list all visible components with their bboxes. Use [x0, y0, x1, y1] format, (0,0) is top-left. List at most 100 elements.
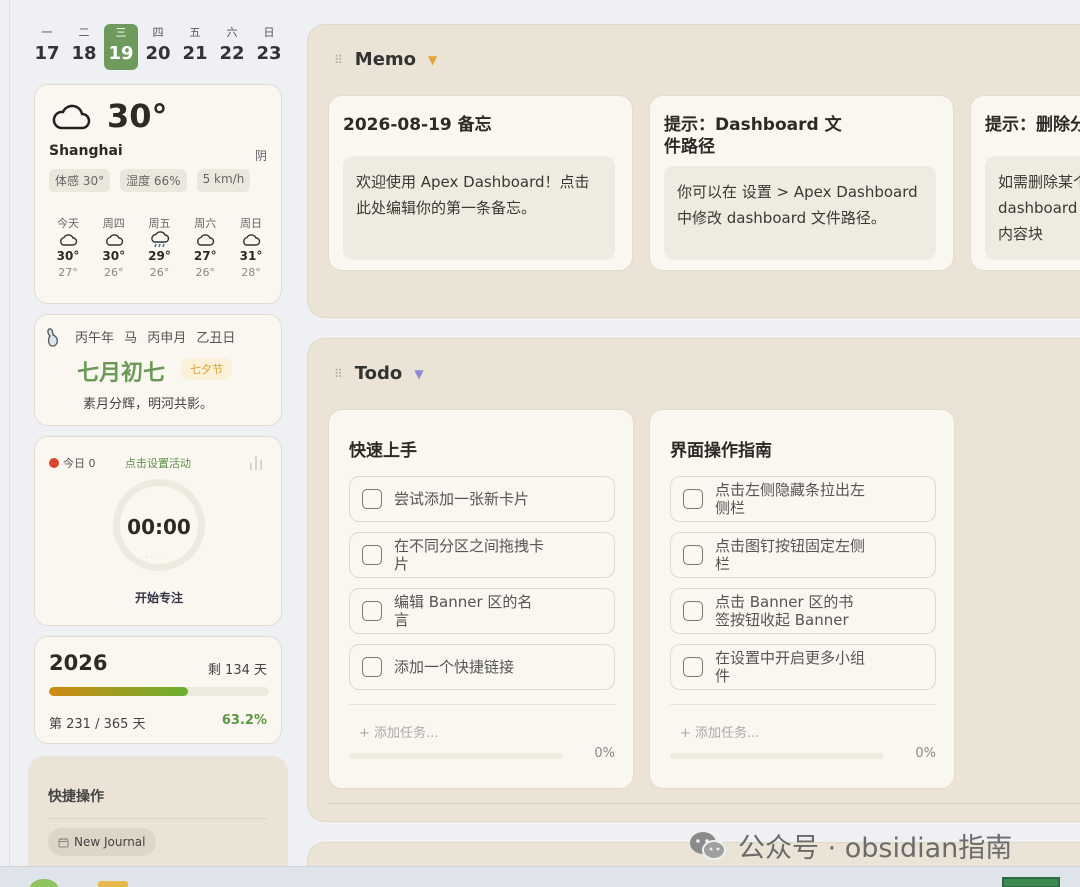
todo-item[interactable]: 点击左侧隐藏条拉出左侧栏	[670, 476, 936, 522]
lunar-ganzhi: 丙午年 马 丙申月 乙丑日	[75, 331, 236, 346]
festival-badge: 七夕节	[181, 358, 232, 380]
year-percent: 63.2%	[221, 713, 267, 728]
day-fri[interactable]: 五 21	[178, 24, 212, 70]
quick-actions-title: 快捷操作	[48, 789, 104, 805]
day-sat[interactable]: 六 22	[215, 24, 249, 70]
todo-card-title: 界面操作指南	[670, 441, 772, 461]
task-checkbox[interactable]	[362, 545, 382, 565]
forecast-day: 周六 27° 26°	[193, 217, 217, 279]
memo-section: ⠿ Memo ▼ 2026-08-19 备忘 欢迎使用 Apex Dashboa…	[307, 24, 1080, 318]
drag-handle-icon[interactable]: ⠿	[334, 53, 343, 67]
weather-city: Shanghai	[49, 143, 123, 159]
taskbar-app-icon[interactable]	[1002, 877, 1060, 887]
divider	[670, 704, 936, 705]
year-title: 2026	[49, 651, 108, 675]
weather-forecast: 今天 30° 27° 周四 30° 26° 周五 29° 26° 周六 27° …	[47, 215, 272, 279]
stats-chart-icon[interactable]	[249, 453, 265, 471]
memo-card-body: 欢迎使用 Apex Dashboard！点击此处编辑你的第一条备忘。	[343, 156, 615, 260]
task-checkbox[interactable]	[362, 601, 382, 621]
focus-timer-card: 今日 0 点击设置活动 00:00 ···· 开始专注	[34, 436, 282, 626]
lunar-date: 七月初七	[77, 361, 166, 386]
drag-handle-icon[interactable]: ⠿	[334, 367, 343, 381]
task-progress-bar	[670, 753, 884, 759]
year-progress-card: 2026 剩 134 天 第 231 / 365 天 63.2%	[34, 636, 282, 744]
year-day-count: 第 231 / 365 天	[49, 717, 146, 732]
weather-details: 体感 30° 湿度 66% 5 km/h	[49, 169, 251, 192]
forecast-day: 周五 29° 26°	[148, 217, 171, 279]
left-edge-strip[interactable]	[0, 0, 10, 887]
todo-card: 快速上手 尝试添加一张新卡片 在不同分区之间拖拽卡片 编辑 Banner 区的名…	[328, 409, 634, 789]
watermark: 公众号 · obsidian指南	[688, 826, 1012, 865]
lunar-poem: 素月分辉，明河共影。	[83, 397, 214, 412]
task-checkbox[interactable]	[683, 545, 703, 565]
todo-item[interactable]: 点击 Banner 区的书签按钮收起 Banner	[670, 588, 936, 634]
divider	[48, 818, 268, 819]
memo-card[interactable]: 提示：删除分 如需删除某个 dashboard 分区内容块	[970, 95, 1080, 271]
set-activity-link[interactable]: 点击设置活动	[125, 455, 191, 471]
tomato-icon	[49, 458, 59, 468]
todo-card: 界面操作指南 点击左侧隐藏条拉出左侧栏 点击图钉按钮固定左侧栏 点击 Banne…	[649, 409, 955, 789]
day-mon[interactable]: 一 17	[30, 24, 64, 70]
forecast-day: 周四 30° 26°	[102, 217, 126, 279]
wechat-icon	[690, 831, 726, 860]
year-progress-bar	[49, 687, 269, 696]
lunar-calendar-card: 丙午年 马 丙申月 乙丑日 七月初七 七夕节 素月分辉，明河共影。	[34, 314, 282, 426]
task-checkbox[interactable]	[362, 489, 382, 509]
day-wed-today[interactable]: 三 19	[104, 24, 138, 70]
add-task-input[interactable]: + 添加任务...	[680, 722, 759, 741]
divider	[349, 704, 615, 705]
week-strip: 一 17 二 18 三 19 四 20 五 21 六 22 日 23	[30, 24, 286, 72]
todo-item[interactable]: 添加一个快捷链接	[349, 644, 615, 690]
memo-card-title: 提示：Dashboard 文件路径	[664, 115, 842, 157]
memo-card-title: 提示：删除分	[985, 115, 1080, 135]
task-checkbox[interactable]	[683, 489, 703, 509]
todo-section: ⠿ Todo ▼ 快速上手 尝试添加一张新卡片 在不同分区之间拖拽卡片 编辑 B…	[307, 338, 1080, 822]
todo-item[interactable]: 点击图钉按钮固定左侧栏	[670, 532, 936, 578]
todo-section-header: ⠿ Todo ▼	[334, 363, 424, 384]
session-dots: ····	[145, 553, 168, 562]
rain-cloud-icon	[150, 231, 169, 248]
calendar-icon	[58, 837, 69, 847]
humidity-pill: 湿度 66%	[120, 169, 187, 192]
memo-section-title: Memo	[354, 49, 417, 70]
task-checkbox[interactable]	[362, 657, 382, 677]
rabbit-icon	[47, 328, 58, 347]
feels-like-pill: 体感 30°	[49, 169, 111, 192]
cloud-icon	[197, 234, 215, 246]
memo-card[interactable]: 2026-08-19 备忘 欢迎使用 Apex Dashboard！点击此处编辑…	[328, 95, 633, 271]
day-sun[interactable]: 日 23	[252, 24, 286, 70]
start-focus-button[interactable]: 开始专注	[35, 589, 283, 606]
todo-item[interactable]: 尝试添加一张新卡片	[349, 476, 615, 522]
taskbar	[0, 866, 1080, 887]
weather-temperature: 30°	[107, 97, 168, 135]
todo-card-title: 快速上手	[349, 441, 417, 461]
memo-card-body: 如需删除某个 dashboard 分区内容块	[985, 156, 1080, 260]
taskbar-app-icon[interactable]	[30, 879, 58, 887]
focus-today-count: 今日 0	[49, 455, 96, 471]
task-checkbox[interactable]	[683, 657, 703, 677]
todo-item[interactable]: 在设置中开启更多小组件	[670, 644, 936, 690]
task-progress-percent: 0%	[915, 746, 936, 761]
weather-condition: 阴	[254, 149, 267, 163]
todo-item[interactable]: 编辑 Banner 区的名言	[349, 588, 615, 634]
task-checkbox[interactable]	[683, 601, 703, 621]
section-divider	[328, 803, 1080, 804]
memo-card[interactable]: 提示：Dashboard 文件路径 你可以在 设置 > Apex Dashboa…	[649, 95, 954, 271]
folder-icon[interactable]	[98, 881, 128, 887]
memo-card-body: 你可以在 设置 > Apex Dashboard 中修改 dashboard 文…	[664, 166, 936, 260]
collapse-triangle-icon[interactable]: ▼	[414, 367, 423, 381]
memo-card-title: 2026-08-19 备忘	[343, 115, 492, 135]
cloud-icon	[243, 234, 261, 246]
days-remaining: 剩 134 天	[207, 663, 267, 678]
day-thu[interactable]: 四 20	[141, 24, 175, 70]
todo-section-title: Todo	[354, 363, 403, 384]
wind-pill: 5 km/h	[196, 169, 251, 192]
cloud-icon	[60, 234, 78, 246]
collapse-triangle-icon[interactable]: ▼	[428, 53, 437, 67]
add-task-input[interactable]: + 添加任务...	[359, 722, 438, 741]
day-tue[interactable]: 二 18	[67, 24, 101, 70]
cloud-icon	[52, 104, 91, 130]
todo-item[interactable]: 在不同分区之间拖拽卡片	[349, 532, 615, 578]
new-journal-button[interactable]: New Journal	[48, 828, 156, 856]
memo-section-header: ⠿ Memo ▼	[334, 49, 437, 70]
